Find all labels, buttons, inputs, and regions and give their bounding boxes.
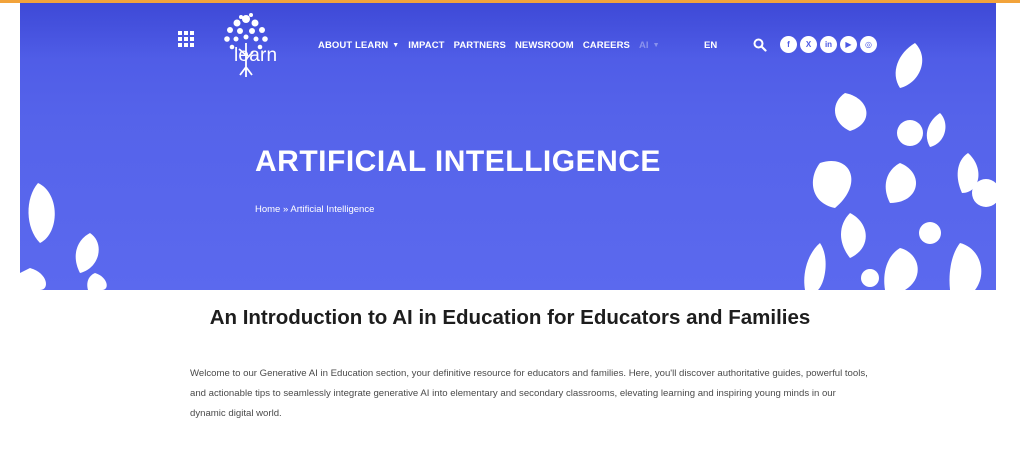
- apps-grid-icon[interactable]: [178, 31, 194, 47]
- chevron-down-icon: ▼: [392, 42, 400, 49]
- nav-careers[interactable]: CAREERS: [583, 40, 630, 51]
- breadcrumb-separator: »: [280, 204, 291, 215]
- section-heading: An Introduction to AI in Education for E…: [209, 306, 811, 329]
- nav-partners[interactable]: PARTNERS: [454, 40, 506, 51]
- language-switcher[interactable]: EN: [704, 40, 717, 51]
- nav-impact[interactable]: IMPACT: [408, 40, 444, 51]
- chevron-down-icon: ▼: [652, 42, 660, 49]
- nav-newsroom[interactable]: NEWSROOM: [515, 40, 574, 51]
- instagram-icon[interactable]: ◎: [860, 36, 877, 53]
- facebook-icon[interactable]: f: [780, 36, 797, 53]
- nav-about-learn-label: ABOUT LEARN: [318, 40, 389, 51]
- leaf-decoration-right: [804, 43, 996, 290]
- nav-about-learn[interactable]: ABOUT LEARN ▼: [318, 40, 399, 51]
- breadcrumb-current: Artificial Intelligence: [290, 204, 375, 215]
- intro-paragraph: Welcome to our Generative AI in Educatio…: [190, 368, 868, 419]
- breadcrumb-home-link[interactable]: Home: [255, 204, 280, 215]
- leaf-decoration-left: [20, 183, 107, 290]
- logo-text[interactable]: learn: [234, 45, 277, 67]
- hero-banner: learn ABOUT LEARN ▼ IMPACT PARTNERS NEWS…: [20, 3, 996, 290]
- x-icon[interactable]: X: [800, 36, 817, 53]
- youtube-icon[interactable]: ▶: [840, 36, 857, 53]
- breadcrumb: Home » Artificial Intelligence: [255, 204, 374, 215]
- nav-ai[interactable]: AI ▼: [639, 40, 660, 51]
- social-links: f X in ▶ ◎: [780, 36, 880, 53]
- page-title: ARTIFICIAL INTELLIGENCE: [255, 145, 661, 178]
- main-nav: ABOUT LEARN ▼ IMPACT PARTNERS NEWSROOM C…: [318, 40, 669, 51]
- search-icon[interactable]: [753, 38, 767, 52]
- nav-ai-label: AI: [638, 40, 649, 51]
- page: learn ABOUT LEARN ▼ IMPACT PARTNERS NEWS…: [0, 0, 1020, 466]
- linkedin-icon[interactable]: in: [820, 36, 837, 53]
